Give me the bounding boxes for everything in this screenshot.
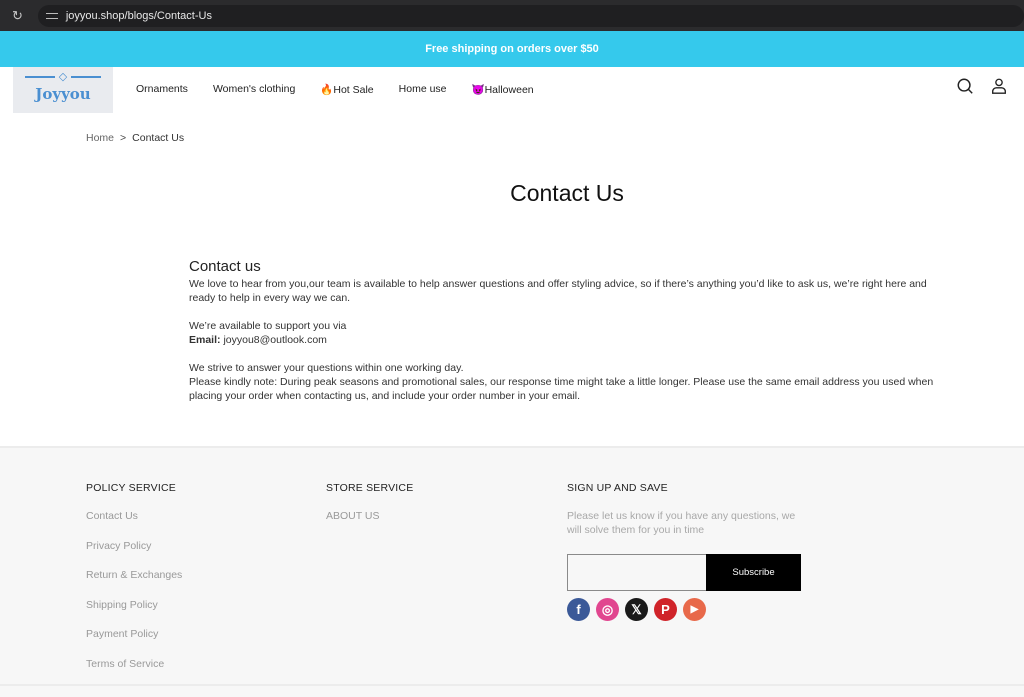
pinterest-icon[interactable]: P <box>654 598 677 621</box>
footer-link-privacy-policy[interactable]: Privacy Policy <box>86 539 182 554</box>
nav-item-halloween[interactable]: 😈Halloween <box>472 83 534 96</box>
diamond-icon: ◇ <box>58 71 68 83</box>
subscribe-form: Subscribe <box>567 554 801 591</box>
search-icon[interactable] <box>956 77 974 95</box>
footer: POLICY SERVICE Contact Us Privacy Policy… <box>0 446 1024 697</box>
support-via-text: We’re available to support you via <box>189 320 347 332</box>
nav-item-hot-sale[interactable]: 🔥Hot Sale <box>320 83 373 96</box>
user-icon[interactable] <box>990 77 1008 95</box>
email-value[interactable]: joyyou8@outlook.com <box>223 334 326 346</box>
page-title: Contact Us <box>510 180 624 206</box>
signup-title: SIGN UP AND SAVE <box>567 482 668 494</box>
response-time-text: We strive to answer your questions withi… <box>189 362 464 374</box>
contact-content: Contact us We love to hear from you,our … <box>189 258 949 403</box>
intro-text: We love to hear from you,our team is ava… <box>189 278 927 304</box>
store-service-column: STORE SERVICE ABOUT US <box>326 482 413 524</box>
x-icon[interactable]: 𝕏 <box>625 598 648 621</box>
facebook-icon[interactable]: f <box>567 598 590 621</box>
footer-link-terms-of-service[interactable]: Terms of Service <box>86 657 182 672</box>
store-service-title: STORE SERVICE <box>326 482 414 494</box>
content-heading: Contact us <box>189 258 261 275</box>
browser-toolbar: ↻ joyyou.shop/blogs/Contact-Us <box>0 0 1024 31</box>
address-bar[interactable]: joyyou.shop/blogs/Contact-Us <box>37 4 1024 27</box>
announcement-bar: Free shipping on orders over $50 <box>0 31 1024 67</box>
signup-column: SIGN UP AND SAVE Please let us know if y… <box>567 482 807 621</box>
policy-service-title: POLICY SERVICE <box>86 482 176 494</box>
youtube-icon[interactable]: ▶ <box>683 598 706 621</box>
footer-link-shipping-policy[interactable]: Shipping Policy <box>86 598 182 613</box>
email-line: Email: joyyou8@outlook.com <box>189 333 949 347</box>
note-text: Please kindly note: During peak seasons … <box>189 376 934 402</box>
site-settings-icon[interactable] <box>45 11 58 21</box>
site-header: ◇ Joyyou Ornaments Women's clothing 🔥Hot… <box>0 67 1024 115</box>
instagram-icon[interactable]: ◎ <box>596 598 619 621</box>
nav-item-ornaments[interactable]: Ornaments <box>136 83 188 95</box>
subscribe-button[interactable]: Subscribe <box>706 554 801 591</box>
footer-link-contact-us[interactable]: Contact Us <box>86 509 182 524</box>
footer-link-payment-policy[interactable]: Payment Policy <box>86 627 182 642</box>
main-nav: Ornaments Women's clothing 🔥Hot Sale Hom… <box>136 67 559 111</box>
breadcrumb-separator: > <box>120 132 127 144</box>
policy-service-column: POLICY SERVICE Contact Us Privacy Policy… <box>86 482 182 671</box>
breadcrumb-home[interactable]: Home <box>86 132 114 144</box>
subscribe-email-input[interactable] <box>567 554 706 591</box>
footer-link-about-us[interactable]: ABOUT US <box>326 509 413 524</box>
footer-link-return-exchanges[interactable]: Return & Exchanges <box>86 568 182 583</box>
nav-item-womens-clothing[interactable]: Women's clothing <box>213 83 295 95</box>
url-text: joyyou.shop/blogs/Contact-Us <box>65 9 212 22</box>
breadcrumb-current: Contact Us <box>132 132 185 144</box>
nav-item-home-use[interactable]: Home use <box>399 83 447 95</box>
logo-text: Joyyou <box>35 85 91 103</box>
announcement-text: Free shipping on orders over $50 <box>425 43 599 55</box>
footer-divider <box>0 684 1024 686</box>
social-links: f ◎ 𝕏 P ▶ <box>567 598 807 621</box>
logo[interactable]: ◇ Joyyou <box>13 67 113 113</box>
signup-description: Please let us know if you have any quest… <box>567 510 796 536</box>
breadcrumb: Home > Contact Us <box>86 132 184 144</box>
reload-icon[interactable]: ↻ <box>12 8 26 24</box>
email-label: Email: <box>189 334 221 346</box>
